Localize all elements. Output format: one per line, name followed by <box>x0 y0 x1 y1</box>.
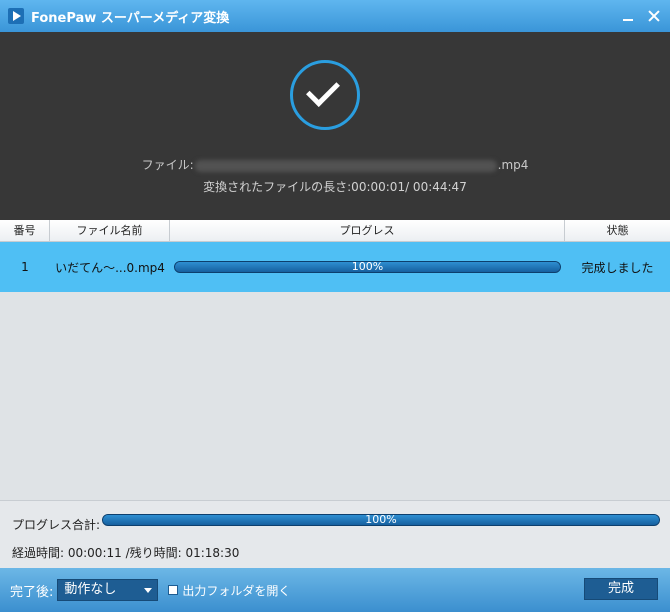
row-filename: いだてん～...0.mp4 <box>55 260 165 275</box>
table-row[interactable]: 1 いだてん～...0.mp4 100% 完成しました <box>0 242 670 292</box>
column-header-progress: プログレス <box>170 220 565 241</box>
file-suffix: .mp4 <box>497 158 529 172</box>
total-progress-bar: 100% <box>102 514 660 526</box>
minimize-icon[interactable] <box>620 8 636 24</box>
app-logo-icon <box>8 8 24 24</box>
title-bar: FonePaw スーパーメディア変換 <box>0 0 670 32</box>
column-header-number: 番号 <box>0 220 50 241</box>
blurred-filename <box>194 159 497 172</box>
summary-panel: プログレス合計: 100% 経過時間: 00:00:11 /残り時間: 01:1… <box>0 500 670 568</box>
conversion-table: 番号 ファイル名前 プログレス 状態 1 いだてん～...0.mp4 100% … <box>0 220 670 500</box>
table-header: 番号 ファイル名前 プログレス 状態 <box>0 220 670 242</box>
close-icon[interactable] <box>646 8 662 24</box>
window-controls <box>620 8 662 24</box>
done-button[interactable]: 完成 <box>584 578 658 600</box>
file-info: ファイル: .mp4 <box>0 156 670 173</box>
row-progress-text: 100% <box>351 260 384 273</box>
total-progress-text: 100% <box>365 513 397 526</box>
chevron-down-icon <box>144 588 153 593</box>
total-progress-label: プログレス合計: <box>12 518 101 532</box>
time-info: 経過時間: 00:00:11 /残り時間: 01:18:30 <box>12 546 240 560</box>
column-header-status: 状態 <box>606 224 629 237</box>
completion-header: ファイル: .mp4 変換されたファイルの長さ:00:00:01/ 00:44:4… <box>0 32 670 220</box>
row-progress-cell: 100% <box>170 261 565 273</box>
converted-duration: 変換されたファイルの長さ:00:00:01/ 00:44:47 <box>203 180 467 194</box>
open-folder-checkbox[interactable] <box>168 585 179 595</box>
row-index: 1 <box>21 260 29 274</box>
after-completion-select[interactable]: 動作なし <box>57 579 159 601</box>
row-progress-bar: 100% <box>174 261 561 273</box>
file-label: ファイル: <box>141 158 194 172</box>
checkmark-icon <box>306 73 340 107</box>
after-completion-label: 完了後: <box>10 584 54 600</box>
open-folder-label[interactable]: 出力フォルダを開く <box>182 582 290 599</box>
row-status: 完成しました <box>581 260 654 275</box>
column-header-filename: ファイル名前 <box>50 220 170 241</box>
window-title: FonePaw スーパーメディア変換 <box>31 10 230 26</box>
check-circle-icon <box>290 60 360 130</box>
footer-bar: 完了後: 動作なし 出力フォルダを開く 完成 <box>0 568 670 612</box>
after-completion-value: 動作なし <box>64 582 117 597</box>
